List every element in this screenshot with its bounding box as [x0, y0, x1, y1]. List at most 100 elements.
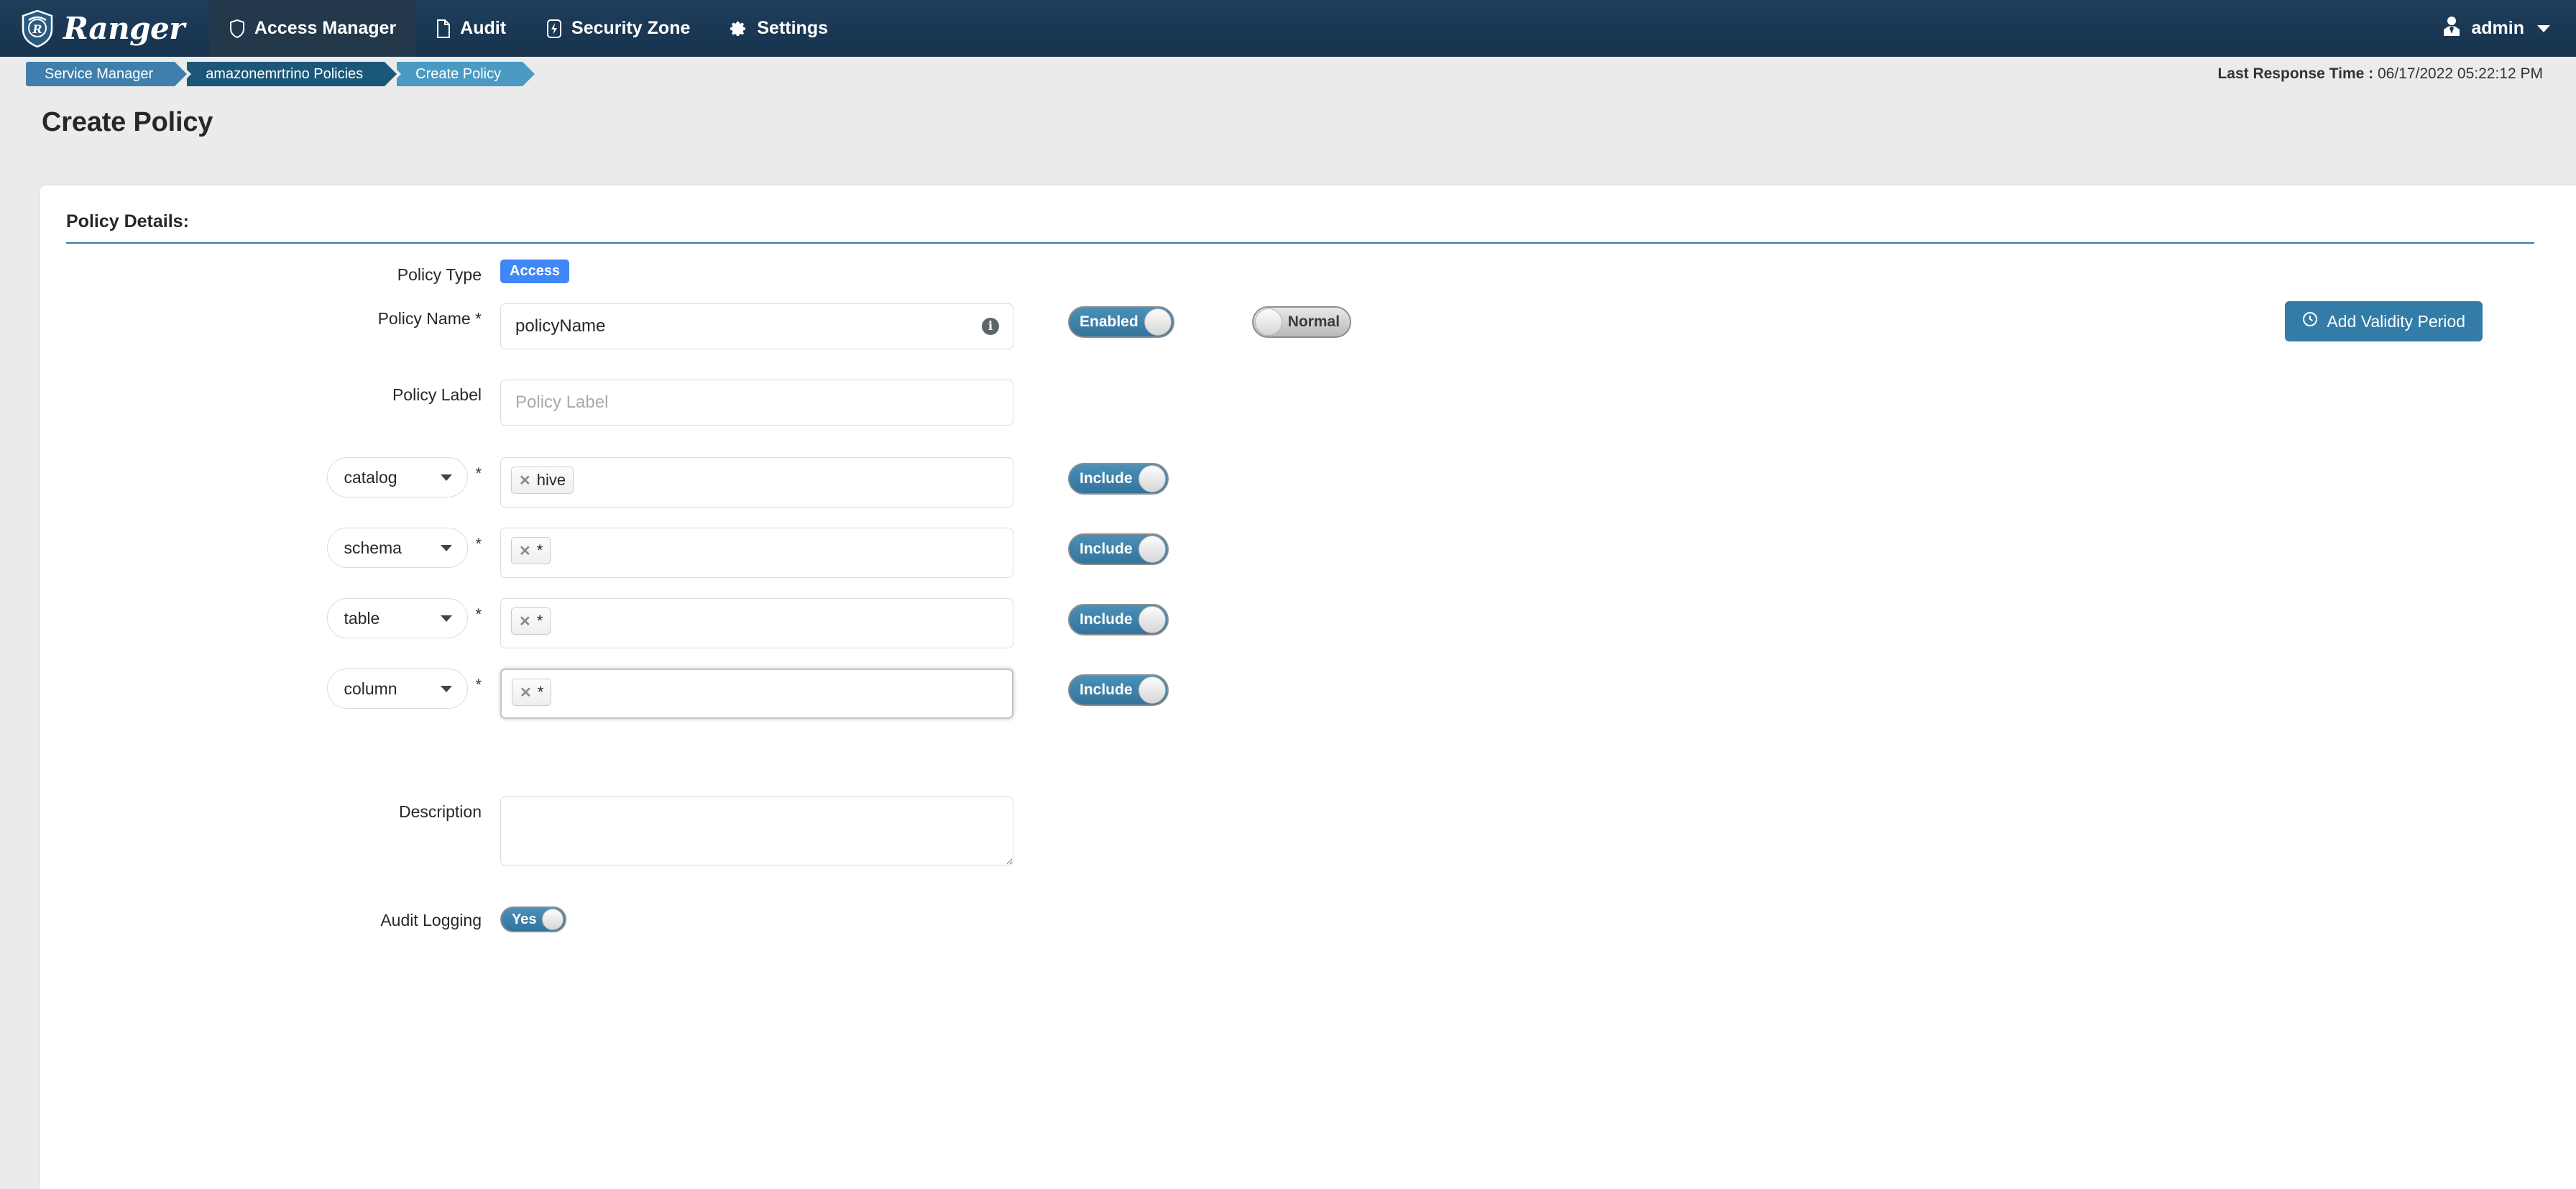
- breadcrumb-item-service-manager[interactable]: Service Manager: [26, 62, 192, 86]
- user-tie-icon: [2441, 15, 2462, 42]
- description-textarea[interactable]: [500, 797, 1013, 866]
- nav-label-access-manager: Access Manager: [254, 18, 397, 38]
- last-response-time-label: Last Response Time :: [2217, 65, 2374, 82]
- file-icon: [436, 19, 451, 38]
- row-policy-name: Policy Name * i Enabled Normal: [40, 303, 2576, 349]
- include-toggle-label: Include: [1080, 470, 1133, 487]
- resource-include-toggle-catalog[interactable]: Include: [1068, 463, 1169, 495]
- policy-priority-label: Normal: [1287, 313, 1340, 330]
- svg-text:R: R: [32, 22, 42, 36]
- user-menu[interactable]: admin: [2441, 0, 2576, 57]
- audit-logging-toggle[interactable]: Yes: [500, 906, 567, 932]
- policy-name-label: Policy Name *: [377, 309, 482, 328]
- user-name: admin: [2471, 18, 2524, 38]
- toggle-knob: [1138, 676, 1166, 704]
- toggle-knob: [1144, 308, 1172, 336]
- chevron-down-icon: [2537, 24, 2550, 32]
- resource-chip[interactable]: ✕ *: [511, 537, 551, 564]
- toggle-knob: [1138, 536, 1166, 563]
- policy-enabled-toggle[interactable]: Enabled: [1068, 306, 1174, 338]
- breadcrumb-item-create-policy[interactable]: Create Policy: [397, 62, 540, 86]
- brand-logo[interactable]: R Ranger: [0, 0, 209, 57]
- row-description: Description: [40, 797, 2576, 869]
- chip-label: *: [536, 541, 543, 559]
- toggle-knob: [542, 909, 564, 930]
- row-resource-schema: schema * ✕ * Include: [40, 528, 2576, 578]
- brand-name: Ranger: [63, 11, 185, 46]
- last-response-time: Last Response Time : 06/17/2022 05:22:12…: [2217, 65, 2576, 83]
- chip-label: *: [536, 612, 543, 630]
- required-asterisk: *: [475, 605, 482, 623]
- nav-label-settings: Settings: [757, 18, 828, 38]
- include-toggle-label: Include: [1080, 681, 1133, 698]
- policy-details-card: Policy Details: Add Validity Period Poli…: [40, 185, 2576, 1189]
- breadcrumb-label: Service Manager: [45, 65, 154, 82]
- breadcrumb: Service Manager amazonemrtrino Policies …: [26, 62, 540, 86]
- resource-select-table[interactable]: table: [327, 598, 469, 638]
- bolt-icon: [546, 19, 562, 38]
- resource-select-schema[interactable]: schema: [327, 528, 469, 568]
- resource-value-input-catalog[interactable]: ✕ hive: [500, 457, 1013, 508]
- breadcrumb-label: amazonemrtrino Policies: [206, 65, 364, 82]
- chip-remove-icon[interactable]: ✕: [520, 684, 532, 702]
- nav-item-access-manager[interactable]: Access Manager: [208, 0, 417, 57]
- resource-include-toggle-schema[interactable]: Include: [1068, 533, 1169, 565]
- top-navigation-bar: R Ranger Access Manager Audit Security Z…: [0, 0, 2576, 57]
- required-asterisk: *: [475, 676, 482, 694]
- nav-label-audit: Audit: [460, 18, 507, 38]
- policy-form: Add Validity Period Policy Type Access P…: [40, 244, 2576, 932]
- nav-item-audit[interactable]: Audit: [416, 0, 526, 57]
- add-validity-period-label: Add Validity Period: [2327, 311, 2465, 331]
- toggle-knob: [1138, 606, 1166, 633]
- row-resource-column: column * ✕ * Include: [40, 669, 2576, 719]
- policy-priority-toggle[interactable]: Normal: [1251, 306, 1352, 338]
- add-validity-period-button[interactable]: Add Validity Period: [2285, 301, 2483, 341]
- row-resource-catalog: catalog * ✕ hive Include: [40, 457, 2576, 508]
- breadcrumb-label: Create Policy: [415, 65, 502, 82]
- policy-name-input[interactable]: [500, 303, 1013, 349]
- resource-select-column[interactable]: column: [327, 669, 469, 709]
- nav-item-settings[interactable]: Settings: [710, 0, 848, 57]
- ranger-shield-icon: R: [22, 9, 53, 47]
- include-toggle-label: Include: [1080, 611, 1133, 628]
- clock-icon: [2302, 311, 2318, 331]
- include-toggle-label: Include: [1080, 541, 1133, 557]
- resource-chip[interactable]: ✕ hive: [511, 467, 574, 494]
- toggle-knob: [1254, 308, 1282, 336]
- toggle-knob: [1138, 465, 1166, 492]
- page-title: Create Policy: [42, 107, 213, 137]
- row-audit-logging: Audit Logging Yes: [40, 905, 2576, 932]
- resource-include-toggle-column[interactable]: Include: [1068, 674, 1169, 706]
- resource-value-input-column[interactable]: ✕ *: [500, 669, 1013, 719]
- required-asterisk: *: [475, 535, 482, 553]
- chip-label: hive: [536, 471, 566, 489]
- policy-label-label: Policy Label: [392, 385, 482, 404]
- resource-value-input-schema[interactable]: ✕ *: [500, 528, 1013, 578]
- chip-remove-icon[interactable]: ✕: [519, 612, 531, 630]
- info-icon[interactable]: i: [982, 318, 999, 335]
- nav-label-security-zone: Security Zone: [571, 18, 691, 38]
- resource-value-input-table[interactable]: ✕ *: [500, 598, 1013, 648]
- section-title: Policy Details:: [66, 211, 2534, 244]
- chip-label: *: [537, 683, 544, 701]
- policy-type-badge[interactable]: Access: [500, 260, 570, 283]
- resource-select-catalog[interactable]: catalog: [327, 457, 469, 497]
- row-policy-type: Policy Type Access: [40, 260, 2576, 285]
- policy-label-input[interactable]: [500, 380, 1013, 426]
- resource-include-toggle-table[interactable]: Include: [1068, 604, 1169, 635]
- nav-item-security-zone[interactable]: Security Zone: [526, 0, 710, 57]
- breadcrumb-item-policies[interactable]: amazonemrtrino Policies: [187, 62, 402, 86]
- nav-items: Access Manager Audit Security Zone Setti…: [208, 0, 848, 57]
- audit-logging-label: Audit Logging: [380, 911, 482, 929]
- row-resource-table: table * ✕ * Include: [40, 598, 2576, 648]
- required-asterisk: *: [475, 464, 482, 482]
- last-response-time-value: 06/17/2022 05:22:12 PM: [2377, 65, 2543, 82]
- chip-remove-icon[interactable]: ✕: [519, 472, 531, 490]
- resource-chip[interactable]: ✕ *: [511, 607, 551, 635]
- gear-icon: [730, 20, 748, 37]
- resource-chip[interactable]: ✕ *: [512, 679, 552, 706]
- audit-logging-toggle-label: Yes: [512, 911, 537, 927]
- chip-remove-icon[interactable]: ✕: [519, 542, 531, 560]
- policy-enabled-label: Enabled: [1080, 313, 1138, 330]
- shield-icon: [229, 19, 245, 38]
